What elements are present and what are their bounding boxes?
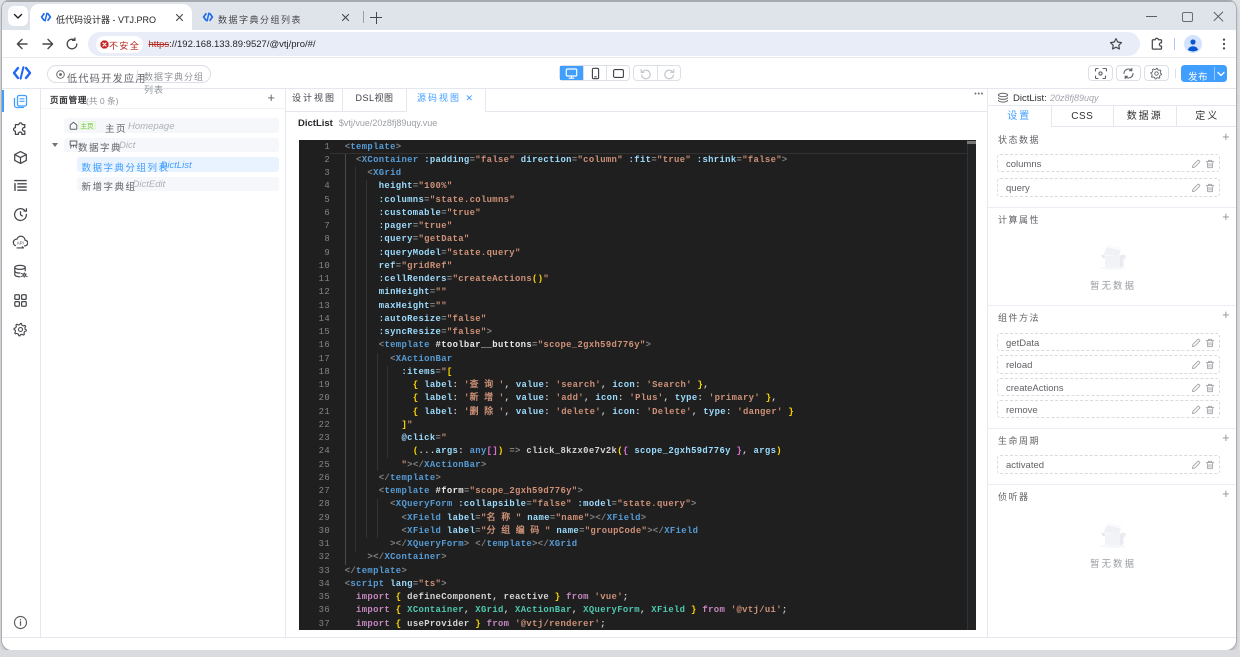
svg-text:API: API (17, 240, 24, 245)
